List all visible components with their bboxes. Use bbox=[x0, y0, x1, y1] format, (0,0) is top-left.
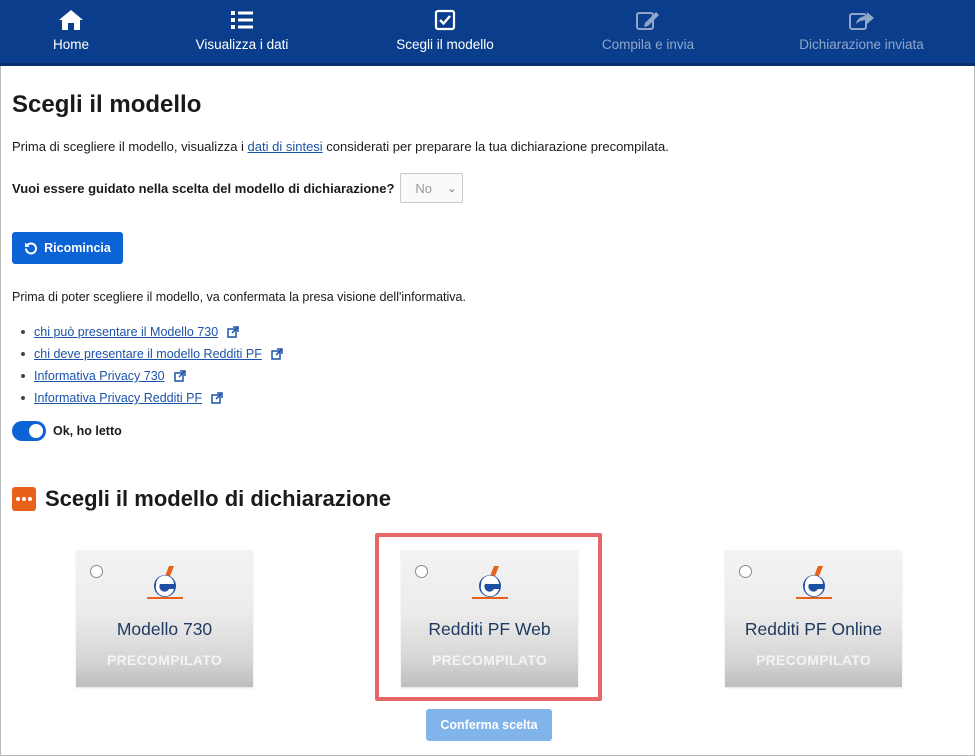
read-confirmation-row: Ok, ho letto bbox=[12, 421, 122, 441]
nav-home-label: Home bbox=[52, 37, 89, 52]
card-title: Redditi PF Online bbox=[744, 619, 883, 639]
agenzia-entrate-logo-icon bbox=[725, 564, 902, 602]
intro-text: Prima di scegliere il modello, visualizz… bbox=[12, 139, 669, 154]
external-link-icon bbox=[173, 370, 186, 382]
nav-dichiarazione-inviata-label: Dichiarazione inviata bbox=[799, 37, 924, 52]
read-confirmation-label: Ok, ho letto bbox=[53, 424, 122, 438]
agenzia-entrate-logo-icon bbox=[76, 564, 253, 602]
edit-icon bbox=[636, 12, 659, 30]
list-icon bbox=[231, 11, 253, 29]
checkbox-icon bbox=[434, 9, 456, 31]
list-item: Informativa Privacy Redditi PF bbox=[21, 387, 283, 409]
more-dots-icon bbox=[12, 487, 36, 511]
info-text: Prima di poter scegliere il modello, va … bbox=[12, 290, 466, 304]
list-item: Informativa Privacy 730 bbox=[21, 365, 283, 387]
dati-sintesi-link[interactable]: dati di sintesi bbox=[248, 139, 323, 154]
top-navigation: Home Visualizza i dati Scegli il modello… bbox=[0, 0, 975, 66]
confirm-choice-button[interactable]: Conferma scelta bbox=[426, 709, 552, 741]
nav-scegli-modello[interactable]: Scegli il modello bbox=[342, 0, 548, 66]
page-title: Scegli il modello bbox=[12, 91, 202, 118]
guide-select-value: No bbox=[415, 180, 433, 196]
home-icon bbox=[59, 10, 83, 30]
model-card-redditi-online[interactable]: Redditi PF Online PRECOMPILATO bbox=[725, 550, 902, 687]
restart-button[interactable]: Ricomincia bbox=[12, 232, 123, 264]
highlight-box bbox=[375, 533, 602, 701]
card-subtitle: PRECOMPILATO bbox=[106, 652, 223, 668]
section-header: Scegli il modello di dichiarazione bbox=[12, 486, 391, 512]
chevron-down-icon: ⌄ bbox=[447, 182, 457, 195]
link-chi-puo-730[interactable]: chi può presentare il Modello 730 bbox=[34, 325, 218, 339]
intro-text-after: considerati per preparare la tua dichiar… bbox=[322, 139, 669, 154]
card-title: Modello 730 bbox=[116, 619, 213, 639]
restart-icon bbox=[25, 242, 38, 255]
share-icon bbox=[848, 12, 874, 30]
guide-select[interactable]: No ⌄ bbox=[400, 173, 464, 203]
guide-row: Vuoi essere guidato nella scelta del mod… bbox=[12, 173, 464, 203]
read-confirmation-toggle[interactable] bbox=[12, 421, 46, 441]
model-card-730[interactable]: Modello 730 PRECOMPILATO bbox=[76, 550, 253, 687]
nav-compila-invia-label: Compila e invia bbox=[601, 37, 695, 52]
intro-text-before: Prima di scegliere il modello, visualizz… bbox=[12, 139, 248, 154]
nav-dichiarazione-inviata: Dichiarazione inviata bbox=[748, 0, 975, 66]
section-title: Scegli il modello di dichiarazione bbox=[45, 486, 391, 511]
nav-visualizza-dati-label: Visualizza i dati bbox=[195, 37, 289, 52]
nav-home[interactable]: Home bbox=[0, 0, 142, 66]
nav-visualizza-dati[interactable]: Visualizza i dati bbox=[142, 0, 342, 66]
restart-button-label: Ricomincia bbox=[44, 241, 111, 255]
informativa-links: chi può presentare il Modello 730 chi de… bbox=[21, 321, 283, 409]
card-subtitle: PRECOMPILATO bbox=[755, 652, 872, 668]
external-link-icon bbox=[211, 392, 223, 404]
nav-compila-invia: Compila e invia bbox=[548, 0, 748, 66]
nav-scegli-modello-label: Scegli il modello bbox=[396, 37, 494, 52]
link-privacy-730[interactable]: Informativa Privacy 730 bbox=[34, 369, 165, 383]
guide-question: Vuoi essere guidato nella scelta del mod… bbox=[12, 180, 395, 196]
link-chi-deve-redditi[interactable]: chi deve presentare il modello Redditi P… bbox=[34, 347, 262, 361]
link-privacy-redditi[interactable]: Informativa Privacy Redditi PF bbox=[34, 391, 202, 405]
list-item: chi può presentare il Modello 730 bbox=[21, 321, 283, 343]
external-link-icon bbox=[227, 326, 239, 338]
external-link-icon bbox=[271, 348, 283, 360]
list-item: chi deve presentare il modello Redditi P… bbox=[21, 343, 283, 365]
